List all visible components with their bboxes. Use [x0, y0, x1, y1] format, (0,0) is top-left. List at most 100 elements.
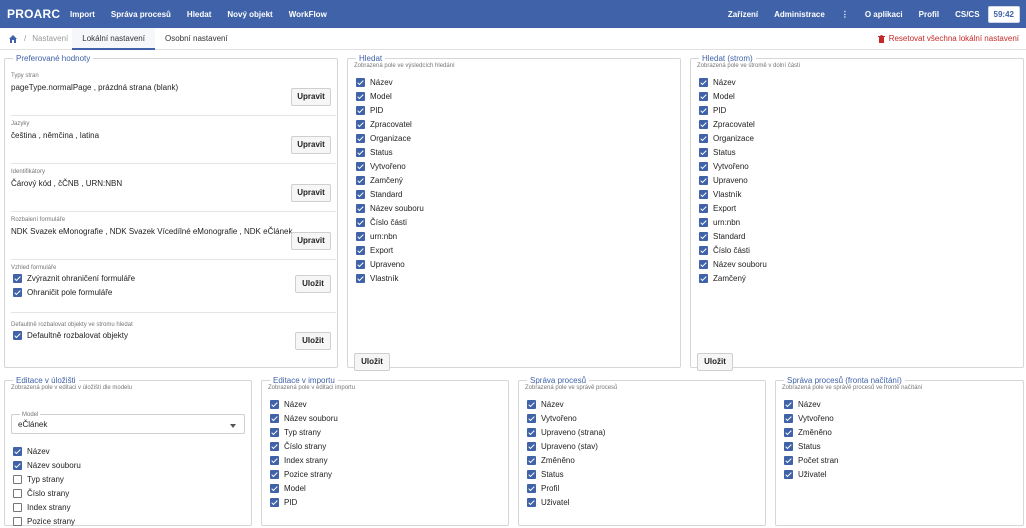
checkbox-row[interactable]: Index strany	[270, 453, 508, 467]
checkbox-checked-icon[interactable]	[527, 413, 536, 423]
checkbox-row[interactable]: Status	[527, 467, 765, 481]
model-select[interactable]: Model eČlánek	[11, 412, 245, 434]
checkbox-checked-icon[interactable]	[699, 119, 708, 129]
checkbox-row[interactable]: Uživatel	[527, 495, 765, 509]
session-timer[interactable]: 59:42	[987, 5, 1020, 23]
checkbox-checked-icon[interactable]	[13, 287, 22, 297]
checkbox-checked-icon[interactable]	[270, 497, 279, 507]
checkbox-checked-icon[interactable]	[699, 77, 708, 87]
checkbox-row[interactable]: Defaultně rozbalovat objekty	[13, 328, 336, 342]
checkbox-checked-icon[interactable]	[356, 259, 365, 269]
checkbox-checked-icon[interactable]	[784, 413, 793, 423]
checkbox-checked-icon[interactable]	[356, 105, 365, 115]
checkbox-checked-icon[interactable]	[699, 161, 708, 171]
checkbox-checked-icon[interactable]	[527, 441, 536, 451]
checkbox-checked-icon[interactable]	[784, 399, 793, 409]
checkbox-row[interactable]: Zpracovatel	[699, 117, 1023, 131]
checkbox-row[interactable]: Upraveno (stav)	[527, 439, 765, 453]
checkbox-checked-icon[interactable]	[356, 245, 365, 255]
checkbox-checked-icon[interactable]	[356, 147, 365, 157]
checkbox-row[interactable]: Zamčený	[699, 271, 1023, 285]
checkbox-row[interactable]: Zamčený	[356, 173, 680, 187]
checkbox-checked-icon[interactable]	[356, 231, 365, 241]
checkbox-checked-icon[interactable]	[699, 91, 708, 101]
nav-item-workflow[interactable]: WorkFlow	[289, 10, 327, 19]
checkbox-row[interactable]: Název souboru	[270, 411, 508, 425]
checkbox-row[interactable]: Název	[270, 397, 508, 411]
checkbox-row[interactable]: Index strany	[13, 500, 81, 514]
checkbox-row[interactable]: Status	[699, 145, 1023, 159]
checkbox-row[interactable]: Název souboru	[356, 201, 680, 215]
checkbox-checked-icon[interactable]	[270, 441, 279, 451]
checkbox-row[interactable]: Standard	[699, 229, 1023, 243]
checkbox-checked-icon[interactable]	[699, 273, 708, 283]
checkbox-checked-icon[interactable]	[527, 399, 536, 409]
checkbox-checked-icon[interactable]	[356, 217, 365, 227]
checkbox-row[interactable]: Název	[784, 397, 1023, 411]
checkbox-row[interactable]: Typ strany	[13, 472, 81, 486]
checkbox-checked-icon[interactable]	[270, 399, 279, 409]
checkbox-checked-icon[interactable]	[527, 497, 536, 507]
checkbox-row[interactable]: Číslo části	[356, 215, 680, 229]
checkbox-row[interactable]: Vytvořeno	[527, 411, 765, 425]
checkbox-row[interactable]: Upraveno	[356, 257, 680, 271]
checkbox-checked-icon[interactable]	[270, 455, 279, 465]
checkbox-row[interactable]: Model	[356, 89, 680, 103]
checkbox-row[interactable]: urn:nbn	[356, 229, 680, 243]
nav-item-sprava-procesu[interactable]: Správa procesů	[111, 10, 171, 19]
checkbox-checked-icon[interactable]	[527, 427, 536, 437]
checkbox-row[interactable]: PID	[270, 495, 508, 509]
checkbox-row[interactable]: Název souboru	[699, 257, 1023, 271]
checkbox-checked-icon[interactable]	[356, 77, 365, 87]
checkbox-checked-icon[interactable]	[699, 231, 708, 241]
checkbox-checked-icon[interactable]	[270, 413, 279, 423]
checkbox-unchecked-icon[interactable]	[13, 516, 22, 526]
checkbox-checked-icon[interactable]	[356, 91, 365, 101]
save-button[interactable]: Uložit	[295, 332, 331, 350]
checkbox-checked-icon[interactable]	[356, 119, 365, 129]
checkbox-checked-icon[interactable]	[13, 330, 22, 340]
checkbox-unchecked-icon[interactable]	[13, 488, 22, 498]
checkbox-row[interactable]: Export	[356, 243, 680, 257]
checkbox-unchecked-icon[interactable]	[13, 502, 22, 512]
checkbox-checked-icon[interactable]	[356, 133, 365, 143]
checkbox-row[interactable]: Název	[699, 75, 1023, 89]
checkbox-checked-icon[interactable]	[356, 273, 365, 283]
checkbox-row[interactable]: PID	[356, 103, 680, 117]
checkbox-checked-icon[interactable]	[699, 259, 708, 269]
checkbox-checked-icon[interactable]	[527, 455, 536, 465]
reset-local-settings-button[interactable]: Resetovat všechna lokální nastavení	[877, 34, 1019, 43]
checkbox-row[interactable]: Číslo strany	[270, 439, 508, 453]
checkbox-checked-icon[interactable]	[356, 189, 365, 199]
checkbox-row[interactable]: Vytvořeno	[699, 159, 1023, 173]
checkbox-row[interactable]: urn:nbn	[699, 215, 1023, 229]
checkbox-row[interactable]: Název	[356, 75, 680, 89]
nav-item-hledat[interactable]: Hledat	[187, 10, 211, 19]
checkbox-row[interactable]: Pozice strany	[13, 514, 81, 528]
checkbox-row[interactable]: Číslo části	[699, 243, 1023, 257]
checkbox-row[interactable]: Typ strany	[270, 425, 508, 439]
checkbox-checked-icon[interactable]	[784, 469, 793, 479]
checkbox-row[interactable]: Model	[270, 481, 508, 495]
checkbox-checked-icon[interactable]	[527, 469, 536, 479]
checkbox-row[interactable]: Export	[699, 201, 1023, 215]
checkbox-checked-icon[interactable]	[699, 217, 708, 227]
tab-personal-settings[interactable]: Osobní nastavení	[155, 28, 238, 50]
nav-item-o-aplikaci[interactable]: O aplikaci	[865, 10, 903, 19]
checkbox-checked-icon[interactable]	[356, 203, 365, 213]
more-icon[interactable]: ⋮	[841, 10, 849, 19]
checkbox-checked-icon[interactable]	[13, 446, 22, 456]
checkbox-row[interactable]: Změněno	[784, 425, 1023, 439]
checkbox-checked-icon[interactable]	[356, 161, 365, 171]
nav-item-novy-objekt[interactable]: Nový objekt	[227, 10, 272, 19]
checkbox-checked-icon[interactable]	[699, 105, 708, 115]
home-icon[interactable]	[8, 34, 18, 44]
checkbox-checked-icon[interactable]	[13, 273, 22, 283]
checkbox-checked-icon[interactable]	[699, 133, 708, 143]
checkbox-row[interactable]: Vytvořeno	[784, 411, 1023, 425]
checkbox-row[interactable]: Pozice strany	[270, 467, 508, 481]
checkbox-row[interactable]: Status	[784, 439, 1023, 453]
checkbox-row[interactable]: Standard	[356, 187, 680, 201]
checkbox-checked-icon[interactable]	[699, 147, 708, 157]
checkbox-row[interactable]: Zvýraznit ohraničení formuláře	[13, 271, 336, 285]
